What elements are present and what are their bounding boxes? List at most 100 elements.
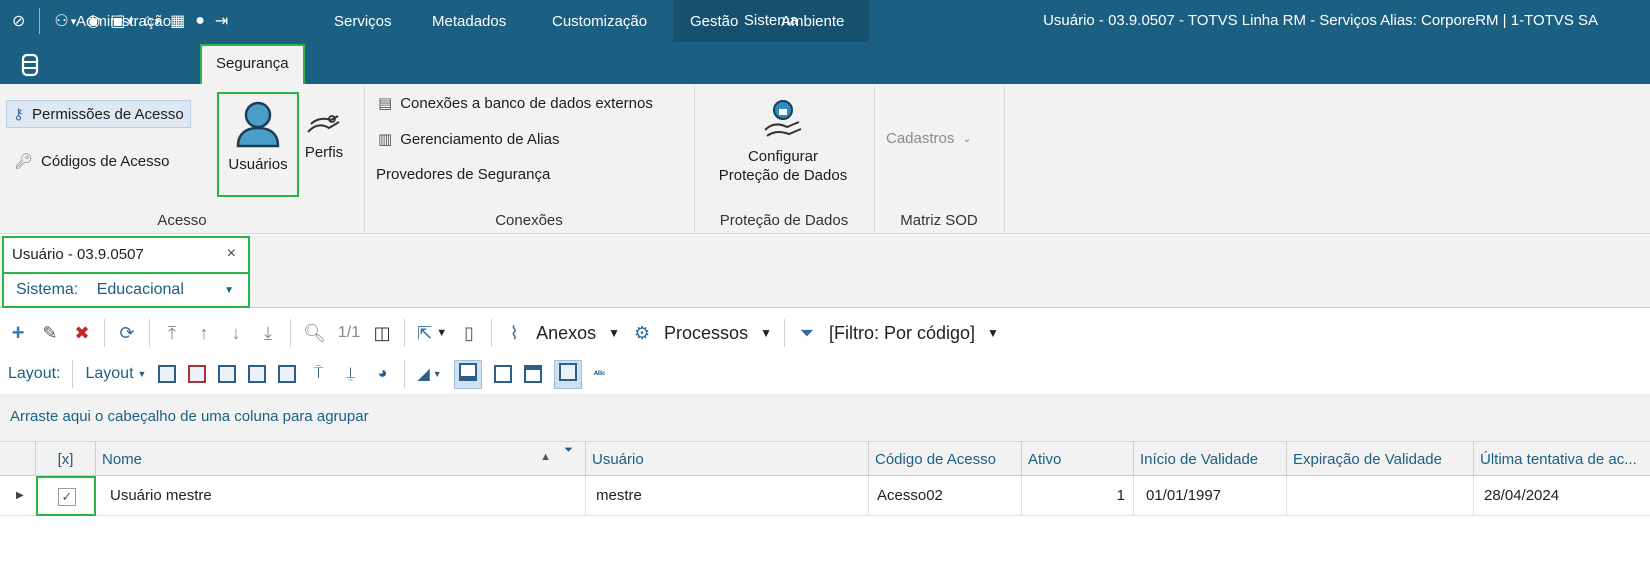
gerenciamento-alias-button[interactable]: ▥ Gerenciamento de Alias xyxy=(378,130,560,149)
usuarios-button[interactable]: Usuários xyxy=(217,92,299,197)
cell-codigo[interactable]: Acesso02 xyxy=(869,476,1022,516)
row-checkbox[interactable]: ✓ xyxy=(58,488,76,506)
layout-split-icon[interactable] xyxy=(493,365,512,383)
spellcheck-icon[interactable]: ᴬᴮᶜ xyxy=(594,369,606,379)
exit-icon[interactable]: ⇥ xyxy=(213,8,230,34)
filter-icon[interactable]: ⏷ xyxy=(564,444,573,457)
header-codigo[interactable]: Código de Acesso xyxy=(869,442,1022,476)
add-layout-icon[interactable] xyxy=(158,365,177,383)
cell-usuario[interactable]: mestre xyxy=(586,476,869,516)
cell-ativo[interactable]: 1 xyxy=(1022,476,1134,516)
hierarchy-icon[interactable]: ⚇ ▾ xyxy=(52,8,78,34)
last-record-icon[interactable]: ⤓ xyxy=(258,319,278,347)
codigos-label: Códigos de Acesso xyxy=(41,152,170,170)
download-layout-icon[interactable] xyxy=(278,365,297,383)
permissoes-acesso-button[interactable]: ⚷ Permissões de Acesso xyxy=(6,100,191,128)
apply-layout-icon[interactable] xyxy=(218,365,237,383)
configurar-protecao-button[interactable]: Configurar Proteção de Dados xyxy=(700,98,866,184)
cadastros-dropdown[interactable]: Cadastros ⌄ xyxy=(886,130,972,147)
group-separator xyxy=(694,86,695,232)
next-record-icon[interactable]: ↓ xyxy=(226,319,246,347)
layout-top-icon[interactable] xyxy=(523,365,542,383)
sistema-label: Sistema: xyxy=(16,281,79,298)
delete-icon[interactable]: ✖ xyxy=(72,319,92,347)
anexos-caret-icon[interactable]: ▼ xyxy=(608,326,620,340)
conexoes-banco-button[interactable]: ▤ Conexões a banco de dados externos xyxy=(378,94,653,113)
row-select-cell[interactable]: ✓ xyxy=(36,476,96,516)
filtro-caret-icon[interactable]: ▼ xyxy=(987,326,999,340)
columns-icon[interactable]: ◫ xyxy=(372,319,392,347)
filter-icon: ⏷ xyxy=(799,322,815,343)
pin-icon[interactable]: ⍊ xyxy=(340,360,360,388)
layout-caret-icon[interactable]: ▼ xyxy=(138,369,147,379)
tab-administracao[interactable]: Administração xyxy=(76,9,171,35)
cell-expiracao[interactable] xyxy=(1287,476,1474,516)
shapes-icon[interactable]: ◕ xyxy=(372,360,392,388)
header-nome[interactable]: Nome ▲ ⏷ xyxy=(96,442,586,476)
layout-label: Layout: xyxy=(8,365,61,382)
processos-caret-icon[interactable]: ▼ xyxy=(760,326,772,340)
grid-header: [x] Nome ▲ ⏷ Usuário Código de Acesso At… xyxy=(0,442,1650,476)
previous-record-icon[interactable]: ↑ xyxy=(194,319,214,347)
pager-label: 1/1 xyxy=(337,324,361,341)
header-expiracao[interactable]: Expiração de Validade xyxy=(1287,442,1474,476)
hands-icon xyxy=(307,115,340,133)
layout-bottom-icon[interactable] xyxy=(453,359,482,389)
group-separator xyxy=(364,86,365,232)
file-menu-icon[interactable] xyxy=(20,53,40,77)
paperclip-icon: ⌇ xyxy=(509,322,519,343)
export-icon[interactable]: ⇱ ▼ xyxy=(417,319,447,347)
group-label-acesso: Acesso xyxy=(157,212,207,229)
layout-stack-icon[interactable] xyxy=(553,359,582,389)
usuarios-label: Usuários xyxy=(228,156,288,173)
toolbar-separator xyxy=(149,319,150,347)
totvs-logo-icon[interactable]: ⊘ xyxy=(10,8,27,34)
layout-menu[interactable]: Layout xyxy=(85,365,133,383)
first-record-icon[interactable]: ⤒ xyxy=(162,319,182,347)
row-indicator-icon: ▶ xyxy=(16,490,24,501)
header-inicio[interactable]: Início de Validade xyxy=(1134,442,1287,476)
processos-button[interactable]: Processos xyxy=(664,323,748,344)
provedores-label: Provedores de Segurança xyxy=(376,166,551,183)
tab-metadados[interactable]: Metadados xyxy=(432,9,506,35)
header-select[interactable]: [x] xyxy=(36,442,96,476)
tab-gestao[interactable]: Gestão xyxy=(690,9,738,35)
header-indicator xyxy=(0,442,36,476)
tab-seguranca[interactable]: Segurança xyxy=(200,44,305,84)
database-icon: ▤ xyxy=(378,95,393,112)
close-icon[interactable]: × xyxy=(227,245,236,263)
add-icon[interactable]: + xyxy=(8,319,28,347)
header-ultima[interactable]: Última tentativa de ac... xyxy=(1474,442,1650,476)
edit-icon[interactable]: ✎ xyxy=(40,319,60,347)
search-icon[interactable]: 🔍︎ xyxy=(303,319,326,347)
tab-customizacao[interactable]: Customização xyxy=(552,9,647,35)
chart-icon[interactable]: ◢ ▼ xyxy=(417,360,441,388)
cell-nome[interactable]: Usuário mestre xyxy=(96,476,586,516)
provedores-seguranca-button[interactable]: Provedores de Segurança xyxy=(376,166,550,183)
gerenciamento-alias-label: Gerenciamento de Alias xyxy=(400,130,560,148)
document-tab[interactable]: Usuário - 03.9.0507 × xyxy=(2,236,250,272)
configurar-label-1: Configurar xyxy=(747,148,819,165)
codigos-acesso-button[interactable]: 🔑︎ Códigos de Acesso xyxy=(14,152,170,171)
cell-inicio[interactable]: 01/01/1997 xyxy=(1134,476,1287,516)
header-ativo[interactable]: Ativo xyxy=(1022,442,1134,476)
remove-layout-icon[interactable] xyxy=(188,365,207,383)
paint-icon[interactable]: ⍑ xyxy=(308,360,328,388)
sistema-selector[interactable]: Sistema: Educacional ▼ xyxy=(2,272,250,308)
cell-ultima[interactable]: 28/04/2024 xyxy=(1474,476,1650,516)
document-icon[interactable]: ▯ xyxy=(459,319,479,347)
filtro-button[interactable]: [Filtro: Por código] xyxy=(829,323,975,344)
header-usuario[interactable]: Usuário xyxy=(586,442,869,476)
upload-layout-icon[interactable] xyxy=(248,365,267,383)
tab-ambiente[interactable]: Ambiente xyxy=(781,9,844,35)
perfis-button[interactable]: Perfis xyxy=(302,110,346,161)
gear-icon: ⚙ xyxy=(633,322,651,343)
tab-servicos[interactable]: Serviços xyxy=(334,9,392,35)
ribbon-panel: ⚷ Permissões de Acesso 🔑︎ Códigos de Ace… xyxy=(0,84,1650,234)
group-by-hint[interactable]: Arraste aqui o cabeçalho de uma coluna p… xyxy=(0,394,1650,442)
globe-icon[interactable]: ● xyxy=(193,8,207,34)
table-row[interactable]: ▶ ✓ Usuário mestre mestre Acesso02 1 01/… xyxy=(0,476,1650,516)
anexos-button[interactable]: Anexos xyxy=(536,323,596,344)
configurar-label-2: Proteção de Dados xyxy=(718,167,848,184)
refresh-icon[interactable]: ⟳ xyxy=(117,319,137,347)
